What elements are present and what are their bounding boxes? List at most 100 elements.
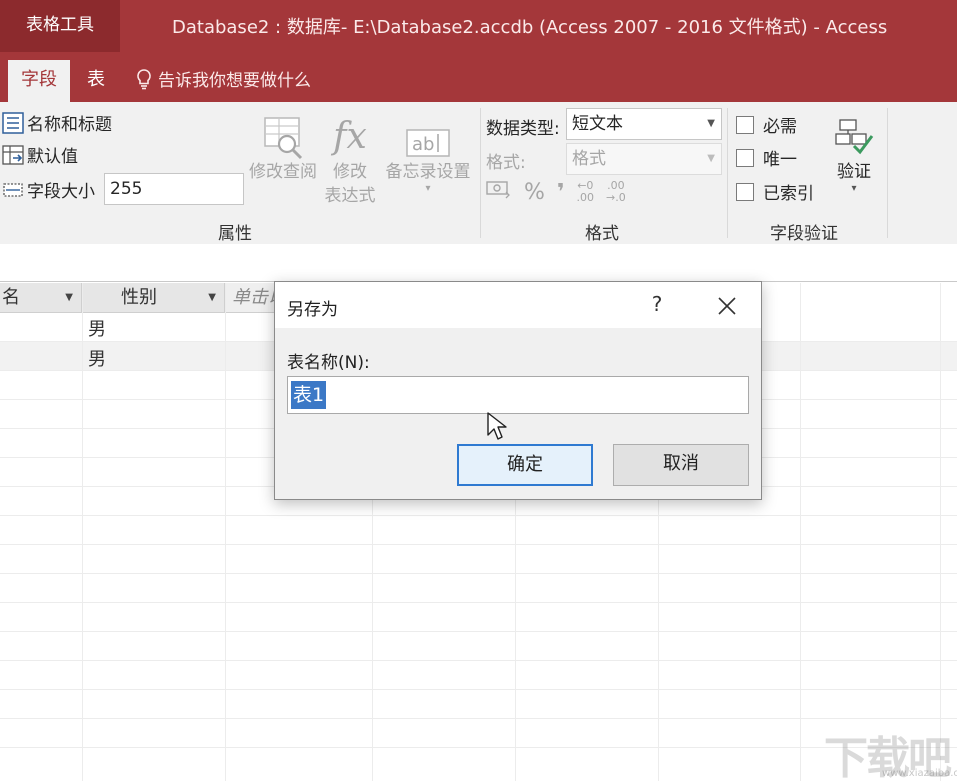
validation-label: 验证	[837, 162, 871, 182]
save-as-dialog: 另存为 ? 表名称(N): 表1 确定 取消	[274, 281, 762, 500]
grid-line	[0, 689, 957, 690]
chevron-down-icon: ▼	[707, 118, 715, 129]
grid-line	[82, 283, 83, 781]
format-value: 格式	[572, 149, 606, 169]
default-value-button[interactable]: 默认值	[2, 142, 78, 167]
memo-settings-dropdown-icon: ▾	[425, 183, 431, 194]
grid-line	[225, 283, 226, 781]
grid-line	[0, 747, 957, 748]
tab-table[interactable]: 表	[80, 60, 112, 102]
table-name-label: 表名称(N):	[287, 353, 370, 373]
grid-line	[0, 602, 957, 603]
format-label: 格式:	[486, 153, 526, 173]
field-size-icon	[3, 182, 23, 197]
validation-dropdown-icon: ▾	[851, 183, 857, 194]
increase-decimals-bottom: .00	[576, 191, 595, 204]
group-separator	[480, 108, 481, 238]
ribbon: 名称和标题 默认值 字段大小 255 修改查阅 fx 修改 表达式 ab 备忘录…	[0, 102, 957, 244]
group-separator	[887, 108, 888, 238]
table-tools-tab[interactable]: 表格工具	[0, 0, 120, 52]
grid-line	[0, 631, 957, 632]
indexed-checkbox-box[interactable]	[736, 182, 754, 201]
modify-lookups-icon	[264, 117, 303, 160]
percent-icon[interactable]: %	[524, 180, 545, 205]
data-type-label: 数据类型:	[486, 119, 560, 139]
ok-button[interactable]: 确定	[457, 444, 593, 486]
unique-checkbox-box[interactable]	[736, 148, 754, 167]
currency-icon[interactable]	[486, 178, 512, 206]
svg-text:ab: ab	[412, 134, 434, 155]
modify-expression-label-2: 表达式	[324, 186, 376, 206]
chevron-down-icon[interactable]: ▼	[65, 283, 73, 313]
group-separator	[727, 108, 728, 238]
column-header-name[interactable]: 名 ▼	[0, 283, 82, 313]
required-checkbox[interactable]: 必需	[736, 112, 797, 137]
data-type-select[interactable]: 短文本 ▼	[566, 108, 722, 140]
cancel-button[interactable]: 取消	[613, 444, 749, 486]
default-value-icon	[2, 144, 24, 165]
validation-icon	[835, 119, 874, 155]
table-name-value: 表1	[291, 381, 327, 409]
close-button[interactable]	[713, 292, 741, 320]
modify-lookups-button[interactable]: 修改查阅	[246, 108, 320, 184]
decrease-decimals-icon[interactable]: .00 →.0	[606, 180, 626, 204]
grid-line	[0, 573, 957, 574]
field-size-label: 字段大小	[27, 182, 95, 202]
required-checkbox-box[interactable]	[736, 115, 754, 134]
format-select[interactable]: 格式 ▼	[566, 143, 722, 175]
unique-checkbox[interactable]: 唯一	[736, 145, 797, 170]
default-value-label: 默认值	[27, 147, 78, 167]
text-box-icon: ab	[406, 129, 450, 157]
comma-icon[interactable]: ❜	[557, 180, 565, 205]
field-validation-group-label: 字段验证	[770, 224, 838, 244]
modify-expression-button[interactable]: fx 修改 表达式	[320, 108, 380, 208]
indexed-label: 已索引	[763, 184, 814, 204]
table-cell[interactable]: 男	[88, 315, 106, 341]
close-icon	[718, 297, 736, 315]
watermark-url: www.xiazaiba.com	[882, 768, 957, 779]
grid-line	[0, 544, 957, 545]
unique-label: 唯一	[763, 150, 797, 170]
formula-bar-area	[0, 244, 957, 282]
dialog-title: 另存为	[287, 300, 338, 320]
field-size-input[interactable]: 255	[104, 173, 244, 205]
column-header-label: 名	[2, 287, 20, 308]
name-caption-button[interactable]: 名称和标题	[2, 110, 112, 135]
modify-expression-label-1: 修改	[333, 162, 367, 182]
tell-me-box[interactable]: 告诉我你想要做什么	[134, 66, 311, 91]
lightbulb-icon	[137, 68, 151, 89]
modify-lookups-label: 修改查阅	[249, 162, 317, 182]
field-size-label-group: 字段大小	[2, 177, 95, 202]
properties-group-label: 属性	[218, 224, 252, 244]
memo-settings-label: 备忘录设置	[385, 162, 471, 182]
tab-field[interactable]: 字段	[8, 60, 70, 102]
data-type-value: 短文本	[572, 114, 623, 134]
grid-line	[0, 718, 957, 719]
tell-me-text: 告诉我你想要做什么	[158, 71, 311, 91]
chevron-down-icon[interactable]: ▼	[208, 283, 216, 313]
number-format-toolbar: % ❜ ←0 .00 .00 →.0	[486, 178, 638, 206]
column-header-gender[interactable]: 性别 ▼	[83, 283, 225, 313]
indexed-checkbox[interactable]: 已索引	[736, 179, 814, 204]
mouse-cursor-icon	[487, 412, 507, 440]
grid-line	[0, 515, 957, 516]
dialog-title-bar[interactable]: 另存为 ?	[275, 282, 761, 328]
list-icon	[2, 111, 24, 134]
grid-line	[940, 283, 941, 781]
ribbon-tab-row: 字段 表 告诉我你想要做什么	[0, 52, 957, 102]
title-bar: 表格工具 Database2 : 数据库- E:\Database2.accdb…	[0, 0, 957, 52]
increase-decimals-icon[interactable]: ←0 .00	[577, 180, 595, 204]
site-watermark: 下载吧 www.xiazaiba.com	[820, 722, 957, 781]
grid-line	[0, 660, 957, 661]
table-name-input[interactable]: 表1	[287, 376, 749, 414]
decrease-decimals-bottom: →.0	[606, 191, 626, 204]
function-icon: fx	[333, 116, 367, 157]
validation-button[interactable]: 验证 ▾	[828, 108, 880, 194]
chevron-down-icon: ▼	[707, 153, 715, 164]
memo-settings-button[interactable]: ab 备忘录设置 ▾	[382, 108, 474, 194]
help-button[interactable]: ?	[645, 292, 669, 318]
grid-line	[800, 283, 801, 781]
table-cell[interactable]: 男	[88, 345, 106, 371]
required-label: 必需	[763, 117, 797, 137]
window-title: Database2 : 数据库- E:\Database2.accdb (Acc…	[172, 17, 888, 38]
